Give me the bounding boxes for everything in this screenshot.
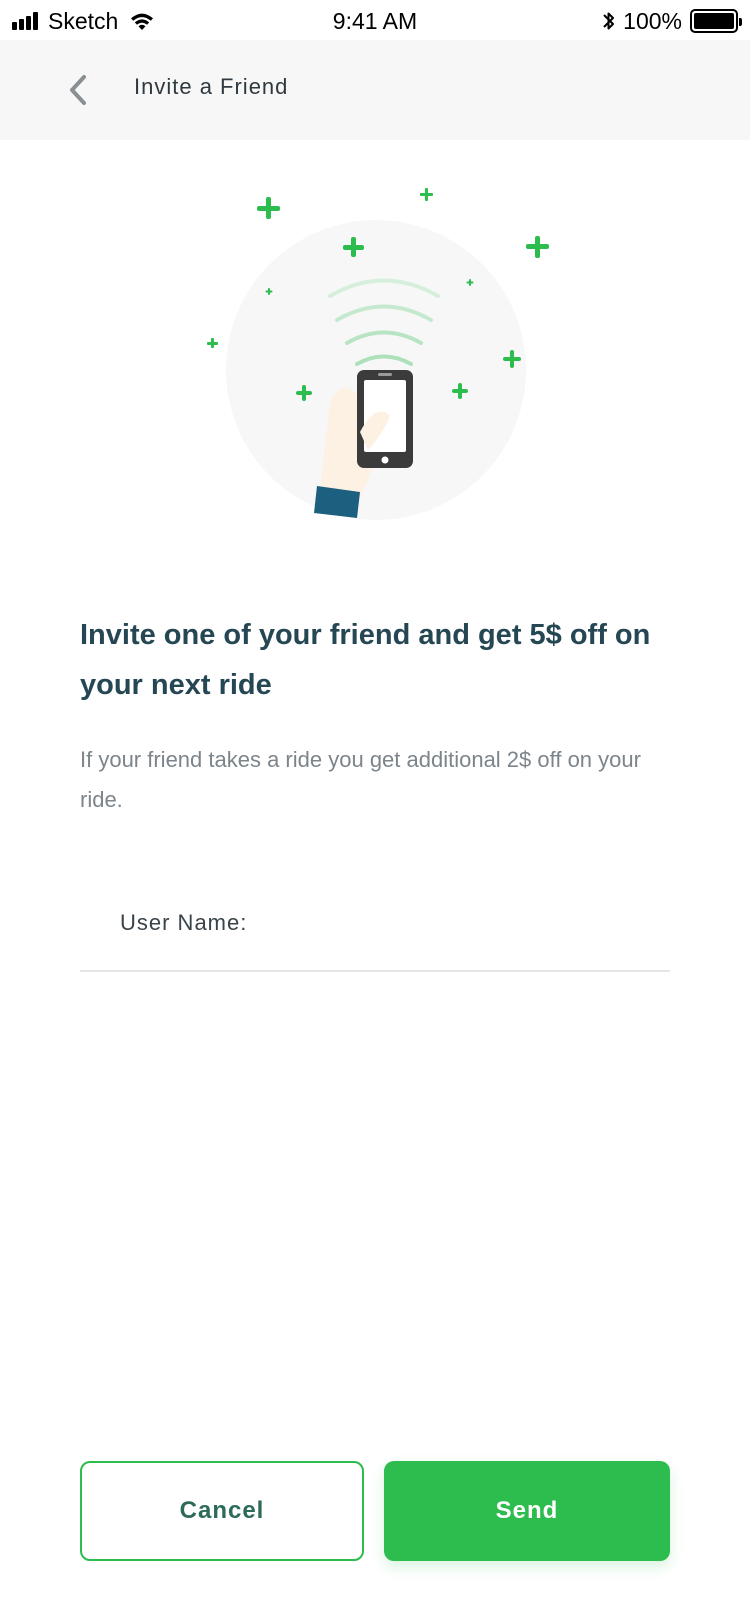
status-bar: Sketch 9:41 AM 100% [0,0,750,40]
page-title: Invite a Friend [134,74,289,99]
nav-bar: Invite a Friend [0,40,750,140]
invite-description: If your friend takes a ride you get addi… [80,747,641,812]
invite-headline: Invite one of your friend and get 5$ off… [80,619,651,701]
bluetooth-icon [603,12,615,30]
battery-icon [690,9,742,33]
invite-illustration [180,180,560,530]
battery-percent: 100% [623,7,682,34]
chevron-left-icon [70,75,86,105]
status-bar-right: 100% [601,7,742,34]
username-input[interactable] [280,900,660,960]
username-label: User Name: [120,910,248,935]
send-button[interactable]: Send [384,1461,670,1561]
back-button[interactable] [58,66,98,114]
hand-phone-illustration [207,188,549,520]
cancel-button[interactable]: Cancel [80,1461,364,1561]
username-field[interactable]: User Name: [80,900,670,972]
